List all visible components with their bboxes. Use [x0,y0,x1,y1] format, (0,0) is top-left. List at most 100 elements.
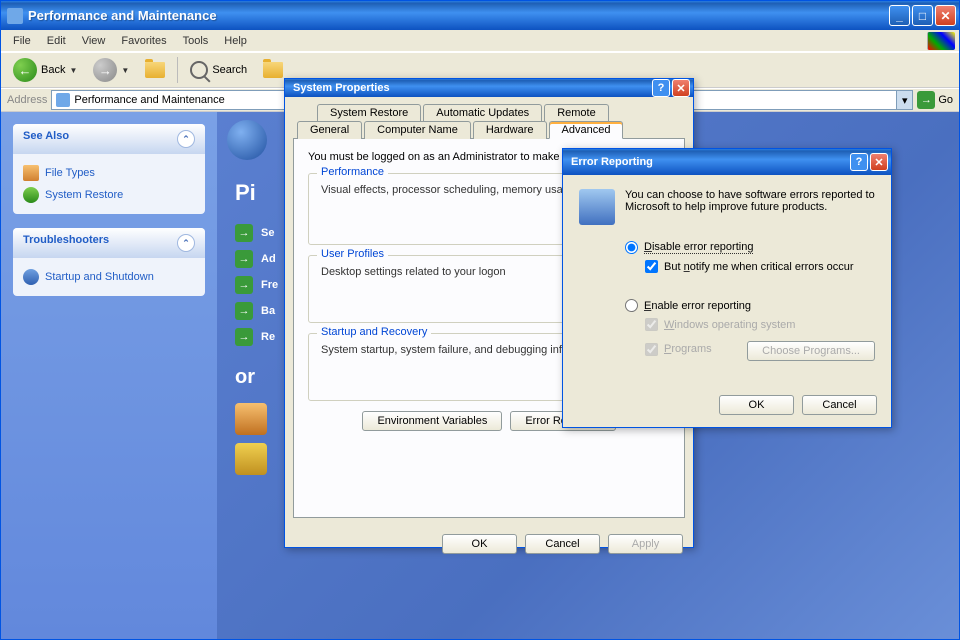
help-button[interactable]: ? [850,153,868,171]
task-arrow-icon: → [235,328,253,346]
menu-edit[interactable]: Edit [39,33,74,49]
performance-legend: Performance [317,166,388,178]
file-types-icon [23,165,39,181]
go-button[interactable]: → Go [917,91,953,109]
task-arrow-icon: → [235,302,253,320]
forward-dropdown-icon[interactable]: ▼ [121,66,129,75]
close-button[interactable]: ✕ [870,153,888,171]
up-folder-icon [145,62,165,78]
task-label: Fre [261,279,278,291]
address-icon [56,93,70,107]
disable-radio[interactable] [625,241,638,254]
cancel-button[interactable]: Cancel [802,395,877,415]
search-button[interactable]: Search [184,58,253,82]
troubleshooters-title: Troubleshooters [23,234,109,252]
dialog-titlebar[interactable]: Error Reporting ? ✕ [563,149,891,175]
startup-shutdown-label: Startup and Shutdown [45,271,154,283]
enable-radio[interactable] [625,299,638,312]
maximize-button[interactable]: □ [912,5,933,26]
tab-hardware[interactable]: Hardware [473,121,547,139]
close-button[interactable]: ✕ [935,5,956,26]
folders-icon [263,62,283,78]
minimize-button[interactable]: _ [889,5,910,26]
troubleshooters-panel: Troubleshooters ⌃ Startup and Shutdown [13,228,205,296]
tab-advanced[interactable]: Advanced [549,121,624,139]
control-panel-icon[interactable] [235,443,267,475]
task-label: Ad [261,253,276,265]
system-restore-link[interactable]: System Restore [23,184,195,206]
programs-label: Programs [664,343,712,355]
startup-recovery-legend: Startup and Recovery [317,326,431,338]
forward-arrow-icon: → [93,58,117,82]
collapse-icon[interactable]: ⌃ [177,130,195,148]
disable-label: Disable error reporting [644,241,753,254]
tab-remote[interactable]: Remote [544,104,609,121]
cancel-button[interactable]: Cancel [525,534,600,554]
system-restore-label: System Restore [45,189,123,201]
dialog-title: System Properties [293,82,652,94]
back-button[interactable]: ← Back ▼ [7,55,83,85]
enable-label: Enable error reporting [644,300,751,312]
search-label: Search [212,64,247,76]
windows-logo-icon [927,32,955,50]
back-arrow-icon: ← [13,58,37,82]
choose-programs-button: Choose Programs... [747,341,875,361]
help-icon [23,269,39,285]
ok-button[interactable]: OK [719,395,794,415]
dialog-titlebar[interactable]: System Properties ? ✕ [285,79,693,97]
file-types-link[interactable]: File Types [23,162,195,184]
up-button[interactable] [139,59,171,81]
collapse-icon[interactable]: ⌃ [177,234,195,252]
titlebar[interactable]: Performance and Maintenance _ □ ✕ [1,1,959,30]
menu-view[interactable]: View [74,33,114,49]
startup-shutdown-link[interactable]: Startup and Shutdown [23,266,195,288]
forward-button[interactable]: → ▼ [87,55,135,85]
menubar: File Edit View Favorites Tools Help [1,30,959,52]
category-icon [227,120,267,160]
menu-help[interactable]: Help [216,33,255,49]
go-label: Go [938,94,953,106]
tab-computer-name[interactable]: Computer Name [364,121,471,139]
enable-error-reporting-option[interactable]: Enable error reporting [625,299,875,312]
help-button[interactable]: ? [652,79,670,97]
task-arrow-icon: → [235,224,253,242]
address-value: Performance and Maintenance [74,94,224,106]
windows-os-label: Windows operating system [664,319,795,331]
back-dropdown-icon[interactable]: ▼ [69,66,77,75]
app-icon [7,8,23,24]
back-label: Back [41,64,65,76]
tab-system-restore[interactable]: System Restore [317,104,421,121]
control-panel-icon[interactable] [235,403,267,435]
environment-variables-button[interactable]: Environment Variables [362,411,502,431]
task-label: Ba [261,305,275,317]
tab-general[interactable]: General [297,121,362,139]
dialog-title: Error Reporting [571,156,850,168]
error-report-icon [579,189,615,225]
menu-favorites[interactable]: Favorites [113,33,174,49]
go-arrow-icon: → [917,91,935,109]
address-label: Address [7,94,47,106]
search-icon [190,61,208,79]
see-also-panel: See Also ⌃ File Types System Restore [13,124,205,214]
notify-critical-option[interactable]: But notify me when critical errors occur [645,260,875,273]
toolbar-separator [177,57,178,83]
task-label: Re [261,331,275,343]
programs-option: Programs Choose Programs... [645,337,875,361]
ok-button[interactable]: OK [442,534,517,554]
error-reporting-dialog: Error Reporting ? ✕ You can choose to ha… [562,148,892,428]
notify-label: But notify me when critical errors occur [664,261,854,273]
menu-file[interactable]: File [5,33,39,49]
programs-checkbox [645,343,658,356]
user-profiles-legend: User Profiles [317,248,388,260]
close-button[interactable]: ✕ [672,79,690,97]
system-restore-icon [23,187,39,203]
menu-tools[interactable]: Tools [175,33,217,49]
disable-error-reporting-option[interactable]: Disable error reporting [625,241,875,254]
file-types-label: File Types [45,167,95,179]
sidebar: See Also ⌃ File Types System Restore [1,112,217,639]
address-dropdown-icon[interactable]: ▾ [896,91,912,109]
apply-button[interactable]: Apply [608,534,683,554]
window-title: Performance and Maintenance [28,8,889,23]
tab-automatic-updates[interactable]: Automatic Updates [423,104,542,121]
notify-checkbox[interactable] [645,260,658,273]
